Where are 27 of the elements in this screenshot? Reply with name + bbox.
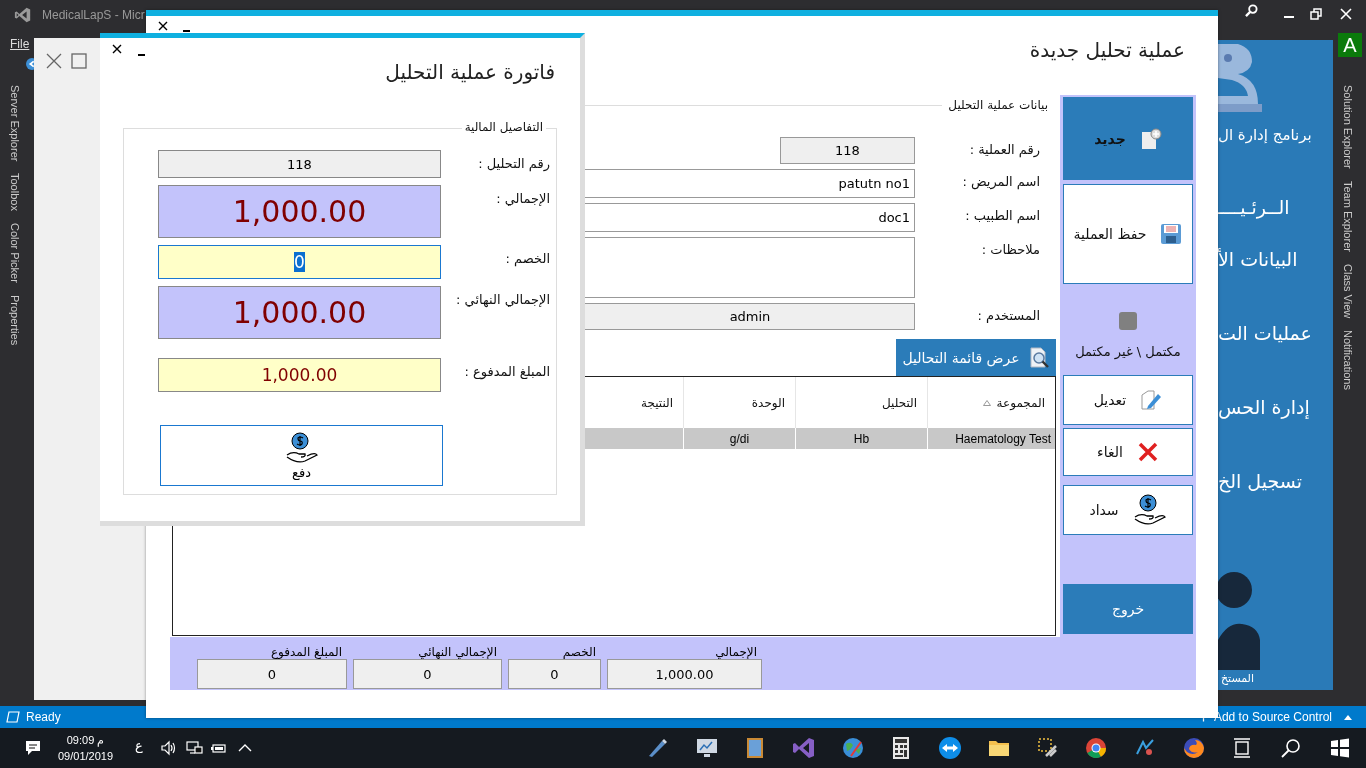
field-label: اسم المريض : — [961, 173, 1041, 189]
total-label: الخصم — [562, 645, 596, 659]
total-label: المبلغ المدفوع — [270, 645, 342, 659]
dialog-title: فاتورة عملية التحليل — [385, 60, 555, 84]
window-title: MedicalLapS - Micr — [42, 8, 145, 22]
table-cell: Haematology Test — [927, 428, 1055, 449]
form-title: عملية تحليل جديدة — [1029, 38, 1185, 62]
field-label: رقم التحليل : — [477, 155, 551, 171]
group-title: بيانات عملية التحليل — [948, 98, 1048, 112]
field-label: اسم الطبيب : — [964, 207, 1041, 223]
status-text: Ready — [26, 710, 61, 724]
total-field: 1,000.00 — [607, 659, 762, 689]
user-label: المستخ — [1221, 672, 1254, 685]
field-label: المبلغ المدفوع : — [463, 363, 551, 379]
field-label: الخصم : — [504, 250, 551, 266]
field-label: المستخدم : — [976, 307, 1041, 323]
field-label: ملاحظات : — [980, 241, 1041, 257]
total-label: الإجمالي — [715, 645, 757, 659]
total-field: 0 — [353, 659, 502, 689]
field-label: رقم العملية : — [968, 141, 1041, 157]
group-title: التفاصيل المالية — [461, 120, 546, 134]
table-cell: Hb — [795, 428, 928, 449]
total-field: 0 — [197, 659, 347, 689]
total-label: الإجمالي النهائي — [418, 645, 497, 659]
total-field: 0 — [508, 659, 601, 689]
table-cell: g/di — [683, 428, 796, 449]
status-label: مكتمل \ غير مكتمل — [1075, 344, 1181, 359]
